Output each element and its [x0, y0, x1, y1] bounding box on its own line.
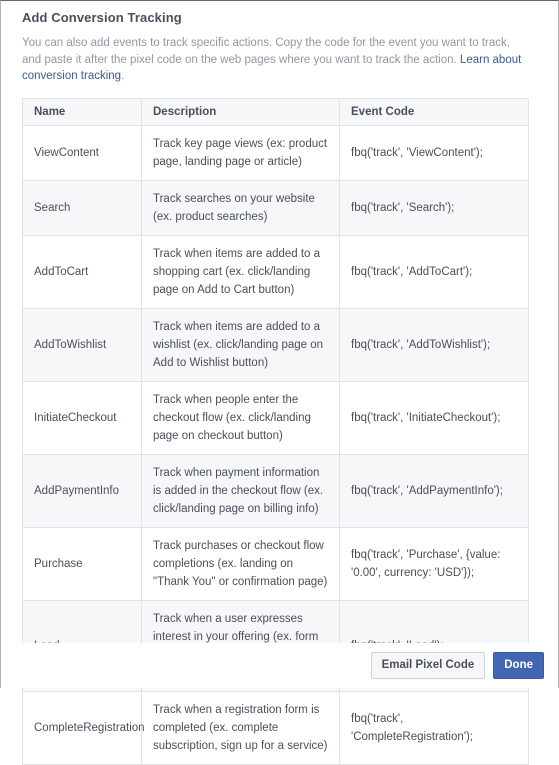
intro-text-after-link: . — [121, 70, 125, 82]
cell-event-description: Track when items are added to a wishlist… — [141, 307, 340, 382]
cell-event-description: Track when a registration form is comple… — [141, 690, 340, 765]
cell-event-description: Track when items are added to a shopping… — [141, 234, 340, 309]
email-pixel-code-button[interactable]: Email Pixel Code — [370, 652, 486, 679]
cell-event-code[interactable]: fbq('track', 'CompleteRegistration'); — [339, 690, 529, 765]
cell-event-name: CompleteRegistration — [22, 690, 145, 765]
cell-event-code[interactable]: fbq('track', 'InitiateCheckout'); — [339, 380, 529, 455]
table-row: Search Track searches on your website (ex… — [22, 179, 529, 236]
cell-event-code[interactable]: fbq('track', 'ViewContent'); — [339, 124, 529, 181]
cell-event-code[interactable]: fbq('track', 'AddToWishlist'); — [339, 307, 529, 382]
cell-event-name: AddToWishlist — [22, 307, 142, 382]
column-header-name: Name — [22, 97, 142, 126]
column-header-event-code: Event Code — [339, 97, 529, 126]
table-row: CompleteRegistration Track when a registr… — [22, 690, 529, 765]
cell-event-name: AddPaymentInfo — [22, 453, 142, 528]
table-row: ViewContent Track key page views (ex: pro… — [22, 124, 529, 181]
cell-event-description: Track key page views (ex: product page, … — [141, 124, 340, 181]
table-row: AddPaymentInfo Track when payment informa… — [22, 453, 529, 528]
cell-event-description: Track searches on your website (ex. prod… — [141, 179, 340, 236]
cell-event-name: Purchase — [22, 526, 142, 601]
cell-event-description: Track when payment information is added … — [141, 453, 340, 528]
table-row: Purchase Track purchases or checkout flow… — [22, 526, 529, 601]
cell-event-name: InitiateCheckout — [22, 380, 142, 455]
page-title: Add Conversion Tracking — [22, 10, 182, 25]
intro-paragraph: You can also add events to track specifi… — [22, 35, 530, 85]
table-row: InitiateCheckout Track when people enter … — [22, 380, 529, 455]
table-row: AddToWishlist Track when items are added … — [22, 307, 529, 382]
cell-event-code[interactable]: fbq('track', 'Search'); — [339, 179, 529, 236]
cell-event-code[interactable]: fbq('track', 'Purchase', {value: '0.00',… — [339, 526, 529, 601]
dialog-footer: Email Pixel Code Done — [1, 643, 558, 688]
cell-event-code[interactable]: fbq('track', 'AddToCart'); — [339, 234, 529, 309]
cell-event-name: Search — [22, 179, 142, 236]
cell-event-name: ViewContent — [22, 124, 142, 181]
column-header-description: Description — [141, 97, 340, 126]
add-conversion-tracking-dialog: Add Conversion Tracking You can also add… — [0, 0, 559, 765]
table-row: AddToCart Track when items are added to a… — [22, 234, 529, 309]
cell-event-code[interactable]: fbq('track', 'AddPaymentInfo'); — [339, 453, 529, 528]
cell-event-description: Track purchases or checkout flow complet… — [141, 526, 340, 601]
done-button[interactable]: Done — [493, 652, 544, 679]
intro-text-before-link: You can also add events to track specifi… — [22, 37, 510, 66]
cell-event-name: AddToCart — [22, 234, 142, 309]
table-header: Name Description Event Code — [22, 97, 529, 126]
cell-event-description: Track when people enter the checkout flo… — [141, 380, 340, 455]
table-header-row: Name Description Event Code — [22, 97, 529, 126]
